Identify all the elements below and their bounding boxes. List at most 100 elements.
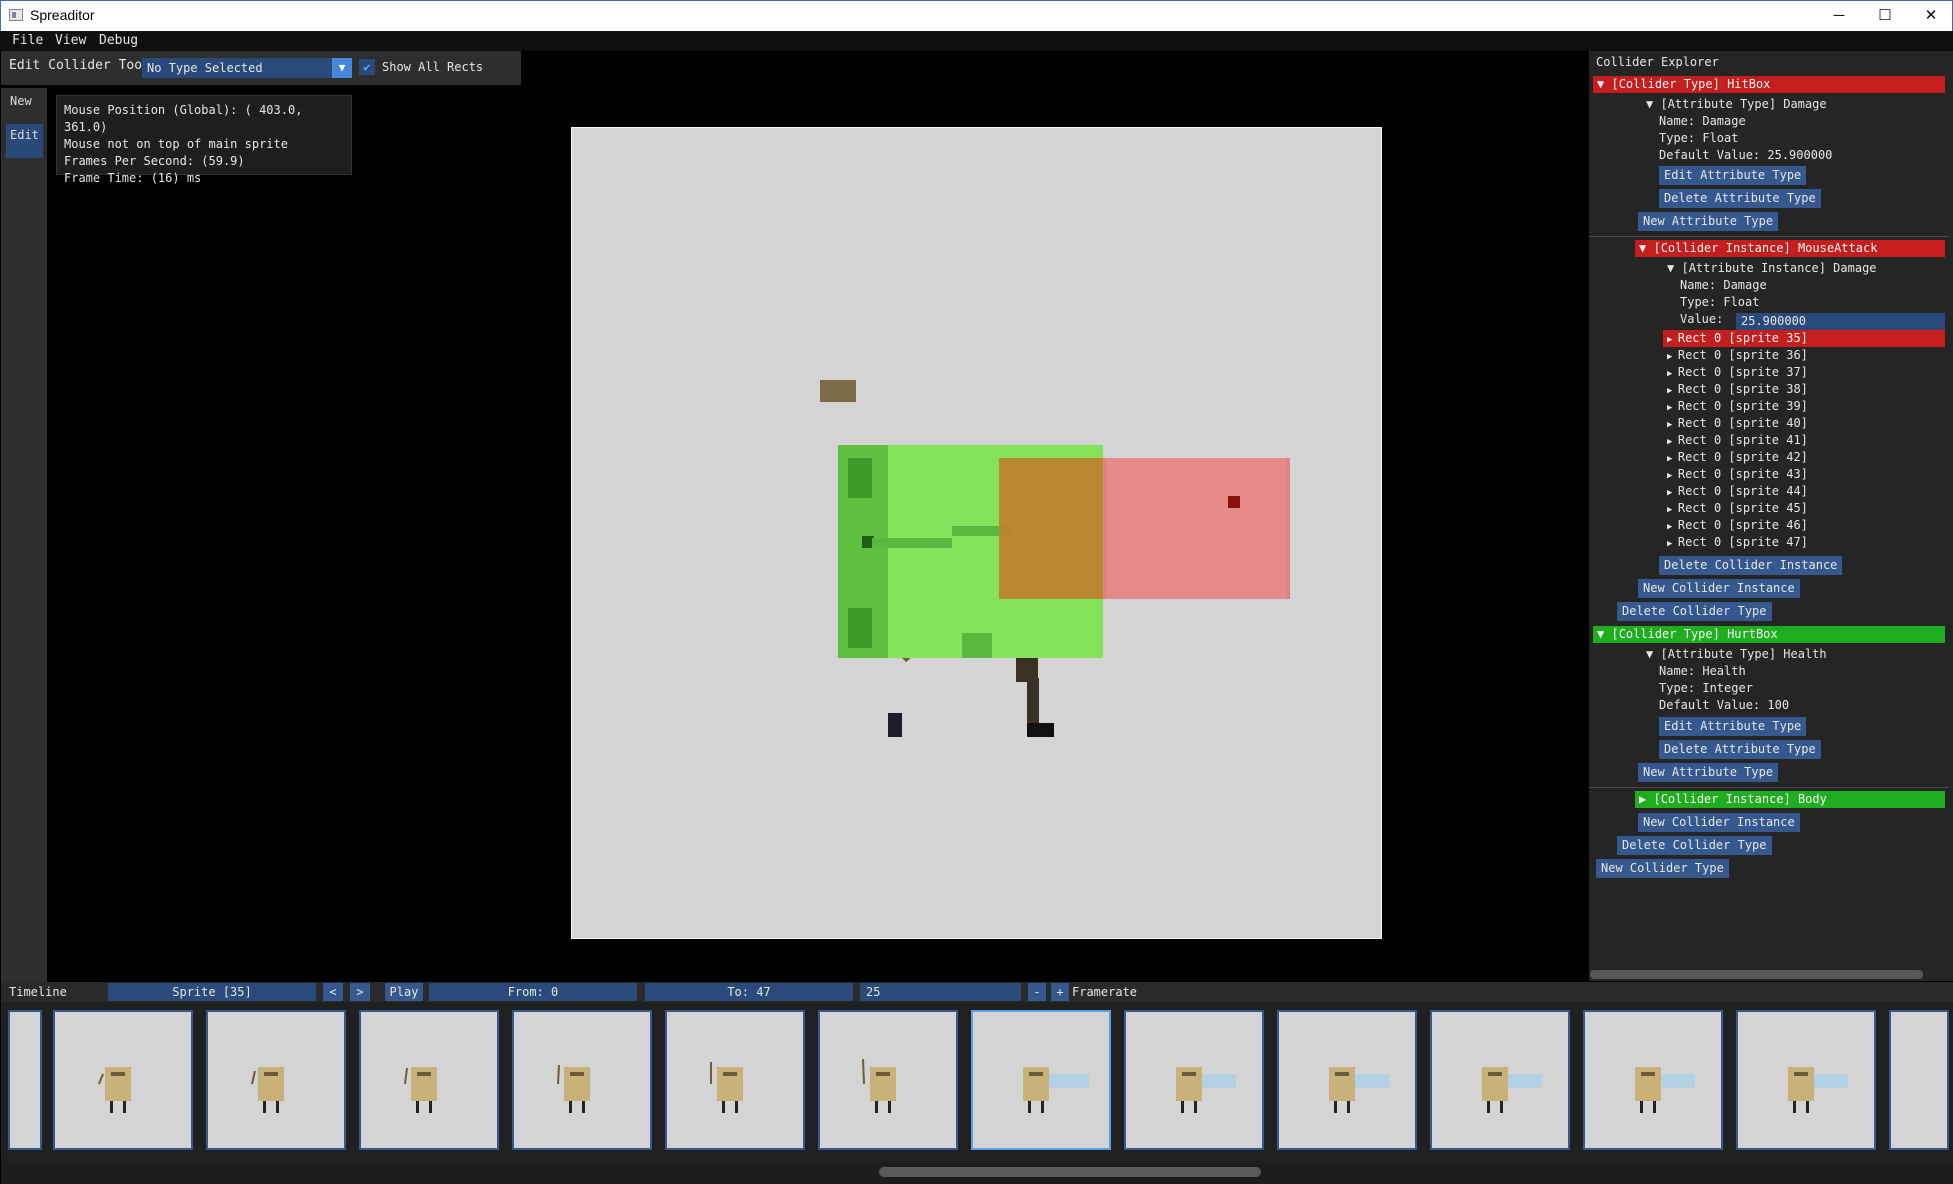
attr-name: Name: Damage (1659, 114, 1746, 128)
rect-item[interactable]: ▶ Rect 0 [sprite 43] (1667, 466, 1808, 483)
framerate-input[interactable]: 25 (860, 983, 1021, 1001)
sprite-thumbnail-image (1329, 1067, 1389, 1113)
sprite-eyes (1641, 1072, 1655, 1076)
rect-item[interactable]: ▶ Rect 0 [sprite 36] (1667, 347, 1808, 364)
new-collider-instance-button[interactable]: New Collider Instance (1638, 813, 1800, 832)
mouseattack-instance-label: [Collider Instance] MouseAttack (1653, 241, 1878, 255)
sprite-thumbnail[interactable] (359, 1010, 499, 1150)
sprite-thumbnail[interactable] (665, 1010, 805, 1150)
sprite-leg (1487, 1101, 1490, 1113)
edit-attribute-type-button[interactable]: Edit Attribute Type (1659, 717, 1807, 736)
sprite-index-input[interactable]: Sprite [35] (108, 983, 316, 1001)
show-all-rects-checkbox[interactable]: ✔ (359, 59, 375, 75)
sprite-eyes (1182, 1072, 1196, 1076)
rect-item[interactable]: ▶ Rect 0 [sprite 40] (1667, 415, 1808, 432)
maximize-button[interactable]: ☐ (1862, 1, 1908, 31)
collapsed-arrow-icon: ▶ (1667, 335, 1678, 345)
attack-effect (1355, 1074, 1389, 1088)
delete-collider-type-button[interactable]: Delete Collider Type (1617, 836, 1772, 855)
sprite-staff (98, 1073, 104, 1085)
menu-file[interactable]: File (12, 33, 43, 48)
new-collider-type-button[interactable]: New Collider Type (1596, 859, 1729, 878)
health-attr-type-node[interactable]: ▼ [Attribute Type] Health (1646, 646, 1827, 663)
rect-item[interactable]: ▶ Rect 0 [sprite 45] (1667, 500, 1808, 517)
sprite-canvas[interactable] (571, 127, 1382, 939)
damage-attr-type-node[interactable]: ▼ [Attribute Type] Damage (1646, 96, 1827, 113)
sprite-thumbnail-image (862, 1058, 896, 1113)
tab-new[interactable]: New (6, 90, 43, 124)
damage-attr-instance-label: [Attribute Instance] Damage (1681, 261, 1877, 275)
delete-collider-instance-button[interactable]: Delete Collider Instance (1659, 556, 1843, 575)
sprite-thumbnail[interactable] (8, 1010, 42, 1150)
body-instance-header[interactable]: ▶ [Collider Instance] Body (1635, 791, 1945, 808)
tab-edit[interactable]: Edit (6, 124, 43, 158)
menu-view[interactable]: View (55, 33, 86, 48)
explorer-scrollbar[interactable] (1590, 970, 1923, 979)
show-all-rects-label: Show All Rects (382, 60, 484, 74)
damage-value-input[interactable]: 25.900000 (1736, 313, 1945, 330)
hurtbox-type-header[interactable]: ▼ [Collider Type] HurtBox (1593, 626, 1945, 643)
rect-item[interactable]: ▶ Rect 0 [sprite 44] (1667, 483, 1808, 500)
rect-item[interactable]: ▶ Rect 0 [sprite 38] (1667, 381, 1808, 398)
delete-attribute-type-button[interactable]: Delete Attribute Type (1659, 189, 1821, 208)
framerate-decrement-button[interactable]: - (1028, 983, 1046, 1001)
sprite-leg (429, 1101, 432, 1113)
close-button[interactable]: ✕ (1908, 1, 1953, 31)
scrollbar-grip[interactable] (879, 1167, 1261, 1177)
prev-sprite-button[interactable]: < (323, 983, 343, 1001)
rect-item[interactable]: ▶ Rect 0 [sprite 41] (1667, 432, 1808, 449)
sprite-base (962, 633, 992, 658)
sprite-leg (416, 1101, 419, 1113)
rect-item[interactable]: ▶ Rect 0 [sprite 47] (1667, 534, 1808, 551)
menu-debug[interactable]: Debug (99, 33, 138, 48)
sprite-thumbnail[interactable] (1889, 1010, 1949, 1150)
rect-item-label: Rect 0 [sprite 38] (1677, 382, 1808, 396)
play-button[interactable]: Play (385, 983, 423, 1001)
delete-attribute-type-button[interactable]: Delete Attribute Type (1659, 740, 1821, 759)
health-attr-name: Name: Health (1659, 664, 1746, 678)
to-frame-input[interactable]: To: 47 (645, 983, 853, 1001)
dropdown-arrow-icon[interactable]: ▼ (332, 58, 352, 78)
damage-attr-instance-node[interactable]: ▼ [Attribute Instance] Damage (1667, 260, 1877, 277)
new-collider-instance-button[interactable]: New Collider Instance (1638, 579, 1800, 598)
hitbox-type-header[interactable]: ▼ [Collider Type] HitBox (1593, 76, 1945, 93)
framerate-increment-button[interactable]: + (1051, 983, 1069, 1001)
sprite-leg (263, 1101, 266, 1113)
edit-attribute-type-button[interactable]: Edit Attribute Type (1659, 166, 1807, 185)
sprite-thumbnail[interactable] (1583, 1010, 1723, 1150)
next-sprite-button[interactable]: > (350, 983, 370, 1001)
sprite-eyes (417, 1072, 431, 1076)
sprite-eyes (1488, 1072, 1502, 1076)
sprite-leg (1806, 1101, 1809, 1113)
sprite-thumbnail-image (1176, 1067, 1236, 1113)
collapsed-arrow-icon: ▶ (1667, 522, 1678, 532)
sprite-thumbnail[interactable] (818, 1010, 958, 1150)
rect-item-label: Rect 0 [sprite 41] (1677, 433, 1808, 447)
mouseattack-instance-header[interactable]: ▼ [Collider Instance] MouseAttack (1635, 240, 1945, 257)
rect-item[interactable]: ▶ Rect 0 [sprite 37] (1667, 364, 1808, 381)
attack-effect (1107, 458, 1287, 599)
body-instance-label: [Collider Instance] Body (1653, 792, 1827, 806)
rect-item[interactable]: ▶ Rect 0 [sprite 46] (1667, 517, 1808, 534)
rect-item[interactable]: ▶ Rect 0 [sprite 39] (1667, 398, 1808, 415)
sprite-thumbnail[interactable] (1124, 1010, 1264, 1150)
sprite-thumbnail[interactable] (53, 1010, 193, 1150)
sprite-thumbnail[interactable] (971, 1010, 1111, 1150)
rect-item-label: Rect 0 [sprite 46] (1677, 518, 1808, 532)
rect-item[interactable]: ▶ Rect 0 [sprite 42] (1667, 449, 1808, 466)
new-attribute-type-button[interactable]: New Attribute Type (1638, 212, 1779, 231)
sprite-thumbnail[interactable] (512, 1010, 652, 1150)
collider-type-select[interactable]: No Type Selected ▼ (142, 58, 352, 78)
delete-collider-type-button[interactable]: Delete Collider Type (1617, 602, 1772, 621)
collapsed-arrow-icon: ▶ (1667, 369, 1678, 379)
sprite-thumbnail[interactable] (206, 1010, 346, 1150)
sprite-eyes (570, 1072, 584, 1076)
from-frame-input[interactable]: From: 0 (429, 983, 637, 1001)
timeline-scrollbar[interactable] (1, 1162, 1953, 1184)
minimize-button[interactable]: ─ (1816, 1, 1862, 31)
new-attribute-type-button[interactable]: New Attribute Type (1638, 763, 1779, 782)
sprite-thumbnail[interactable] (1736, 1010, 1876, 1150)
sprite-thumbnail[interactable] (1430, 1010, 1570, 1150)
rect-item[interactable]: ▶ Rect 0 [sprite 35] (1663, 330, 1945, 347)
sprite-thumbnail[interactable] (1277, 1010, 1417, 1150)
